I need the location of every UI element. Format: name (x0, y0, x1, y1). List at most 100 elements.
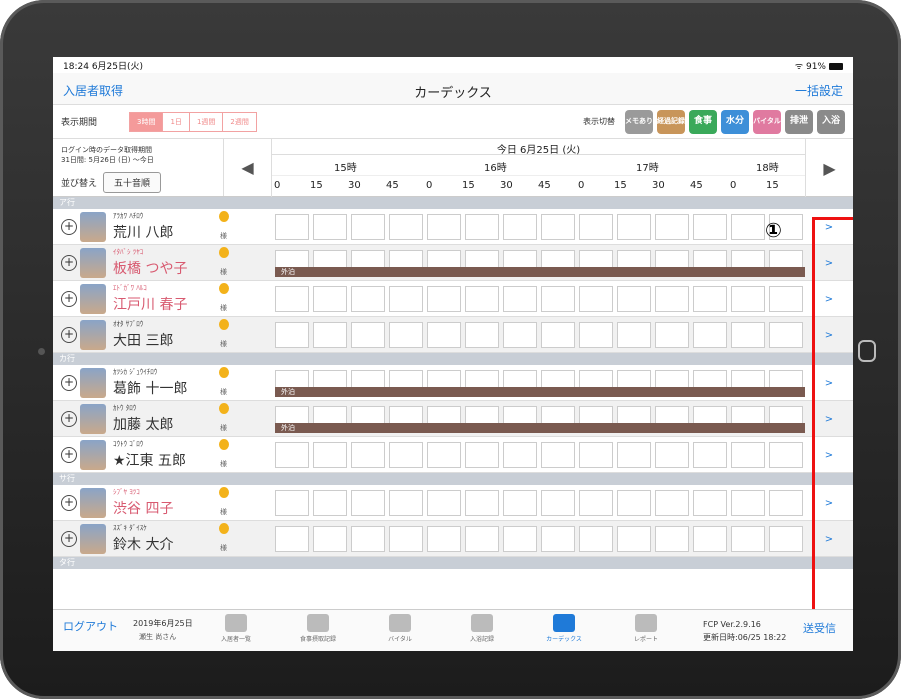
time-cell[interactable] (541, 322, 575, 348)
time-cell[interactable] (693, 322, 727, 348)
add-record-icon[interactable]: + (61, 327, 77, 343)
toggle-excretion-button[interactable]: 排泄 (785, 109, 813, 134)
time-cell[interactable] (389, 322, 423, 348)
add-record-icon[interactable]: + (61, 447, 77, 463)
toggle-water-button[interactable]: 水分 (721, 109, 749, 134)
add-record-icon[interactable]: + (61, 411, 77, 427)
logout-button[interactable]: ログアウト (63, 618, 118, 634)
time-cell[interactable] (769, 526, 803, 552)
time-cell[interactable] (655, 286, 689, 312)
time-cell[interactable] (275, 322, 309, 348)
tab-meal-record[interactable]: 食事摂取記録 (283, 610, 353, 651)
time-cell[interactable] (731, 322, 765, 348)
time-cell[interactable] (351, 442, 385, 468)
time-cell[interactable] (617, 490, 651, 516)
time-cell[interactable] (465, 286, 499, 312)
toggle-memo-button[interactable]: メモあり (625, 109, 653, 134)
time-cell[interactable] (579, 490, 613, 516)
time-cell[interactable] (427, 490, 461, 516)
toggle-vital-button[interactable]: バイタル (753, 109, 781, 134)
time-cell[interactable] (275, 214, 309, 240)
add-record-icon[interactable]: + (61, 255, 77, 271)
time-cell[interactable] (655, 526, 689, 552)
time-cell[interactable] (541, 526, 575, 552)
add-record-icon[interactable]: + (61, 375, 77, 391)
time-cell[interactable] (351, 526, 385, 552)
time-cell[interactable] (731, 214, 765, 240)
time-cell[interactable] (465, 442, 499, 468)
time-cell[interactable] (579, 214, 613, 240)
time-cell[interactable] (617, 322, 651, 348)
prev-time-button[interactable]: ◀ (223, 139, 271, 196)
time-cell[interactable] (351, 214, 385, 240)
time-cell[interactable] (275, 526, 309, 552)
period-2week-button[interactable]: 2週間 (223, 112, 256, 131)
time-cell[interactable] (275, 490, 309, 516)
add-record-icon[interactable]: + (61, 291, 77, 307)
time-cell[interactable] (617, 214, 651, 240)
period-1week-button[interactable]: 1週間 (189, 112, 224, 131)
time-cell[interactable] (579, 322, 613, 348)
toggle-meal-button[interactable]: 食事 (689, 109, 717, 134)
toggle-progress-button[interactable]: 経過記録 (657, 109, 685, 134)
time-cell[interactable] (693, 526, 727, 552)
time-cell[interactable] (731, 442, 765, 468)
time-cell[interactable] (389, 214, 423, 240)
time-cell[interactable] (465, 214, 499, 240)
time-cell[interactable] (389, 526, 423, 552)
add-record-icon[interactable]: + (61, 495, 77, 511)
time-cell[interactable] (579, 286, 613, 312)
time-cell[interactable] (275, 442, 309, 468)
time-cell[interactable] (389, 286, 423, 312)
bulk-settings-button[interactable]: 一括設定 (795, 82, 843, 99)
time-cell[interactable] (731, 286, 765, 312)
time-cell[interactable] (579, 526, 613, 552)
time-cell[interactable] (541, 286, 575, 312)
time-cell[interactable] (427, 322, 461, 348)
add-record-icon[interactable]: + (61, 219, 77, 235)
sync-button[interactable]: 送受信 (803, 620, 836, 636)
time-cell[interactable] (769, 286, 803, 312)
time-cell[interactable] (731, 526, 765, 552)
time-cell[interactable] (427, 526, 461, 552)
time-cell[interactable] (465, 490, 499, 516)
time-cell[interactable] (655, 214, 689, 240)
time-cell[interactable] (617, 526, 651, 552)
time-cell[interactable] (655, 490, 689, 516)
time-cell[interactable] (313, 490, 347, 516)
period-1day-button[interactable]: 1日 (163, 112, 190, 131)
time-cell[interactable] (427, 214, 461, 240)
time-cell[interactable] (465, 322, 499, 348)
tab-resident-list[interactable]: 入居者一覧 (201, 610, 271, 651)
time-cell[interactable] (503, 442, 537, 468)
time-cell[interactable] (503, 214, 537, 240)
time-cell[interactable] (313, 526, 347, 552)
time-cell[interactable] (465, 526, 499, 552)
time-cell[interactable] (351, 490, 385, 516)
time-cell[interactable] (427, 442, 461, 468)
time-cell[interactable] (769, 442, 803, 468)
time-cell[interactable] (693, 442, 727, 468)
tab-cardex[interactable]: カーデックス (529, 610, 599, 651)
add-record-icon[interactable]: + (61, 531, 77, 547)
time-cell[interactable] (503, 322, 537, 348)
time-cell[interactable] (503, 526, 537, 552)
time-cell[interactable] (313, 322, 347, 348)
toggle-bath-button[interactable]: 入浴 (817, 109, 845, 134)
time-cell[interactable] (769, 490, 803, 516)
time-cell[interactable] (655, 322, 689, 348)
time-cell[interactable] (503, 286, 537, 312)
time-cell[interactable] (617, 286, 651, 312)
time-cell[interactable] (503, 490, 537, 516)
tab-report[interactable]: レポート (611, 610, 681, 651)
time-cell[interactable] (351, 322, 385, 348)
time-cell[interactable] (617, 442, 651, 468)
time-cell[interactable] (769, 322, 803, 348)
time-cell[interactable] (541, 490, 575, 516)
tab-bath-record[interactable]: 入浴記録 (447, 610, 517, 651)
tab-vital[interactable]: バイタル (365, 610, 435, 651)
time-cell[interactable] (655, 442, 689, 468)
time-cell[interactable] (693, 286, 727, 312)
period-3h-button[interactable]: 3時間 (130, 112, 164, 131)
time-cell[interactable] (389, 490, 423, 516)
